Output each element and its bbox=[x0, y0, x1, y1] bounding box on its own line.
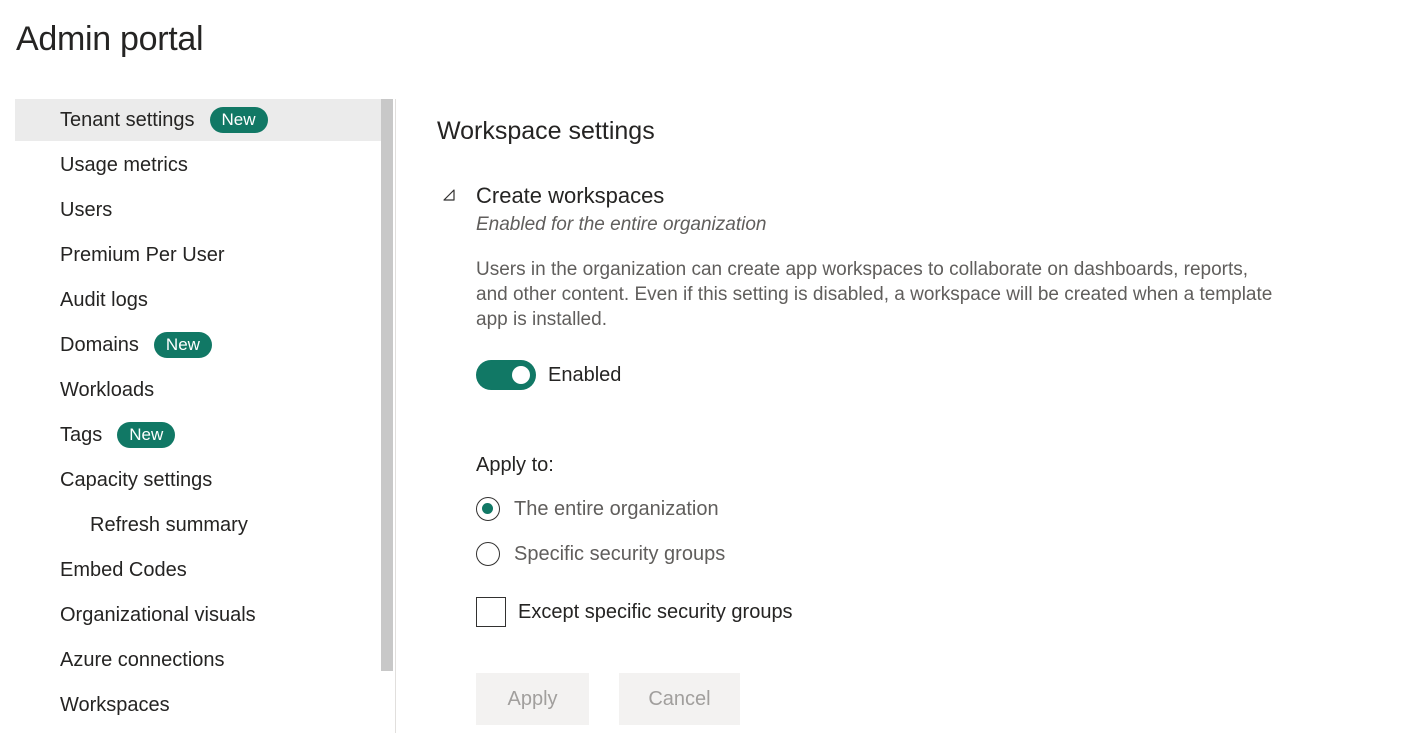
setting-description: Users in the organization can create app… bbox=[476, 259, 1273, 330]
sidebar-item-workspaces[interactable]: Workspaces bbox=[15, 684, 381, 726]
sidebar-item-users[interactable]: Users bbox=[15, 189, 381, 231]
radio-button[interactable] bbox=[476, 542, 500, 566]
new-badge: New bbox=[117, 422, 176, 448]
sidebar-item-label: Tenant settings bbox=[60, 108, 195, 131]
sidebar-item-label: Capacity settings bbox=[60, 468, 213, 491]
checkbox-label: Except specific security groups bbox=[518, 600, 793, 623]
sidebar-item-workloads[interactable]: Workloads bbox=[15, 369, 381, 411]
new-badge: New bbox=[209, 107, 268, 133]
sidebar-item-domains[interactable]: Domains New bbox=[15, 324, 381, 366]
triangle-collapse-icon[interactable] bbox=[442, 188, 456, 202]
sidebar-item-organizational-visuals[interactable]: Organizational visuals bbox=[15, 594, 381, 636]
cancel-button[interactable]: Cancel bbox=[619, 673, 740, 725]
sidebar-item-label: Premium Per User bbox=[60, 243, 225, 266]
toggle-knob bbox=[512, 366, 530, 384]
sidebar-item-capacity-settings[interactable]: Capacity settings bbox=[15, 459, 381, 501]
sidebar-item-label: Audit logs bbox=[60, 288, 148, 311]
sidebar-item-label: Organizational visuals bbox=[60, 603, 256, 626]
sidebar-item-azure-connections[interactable]: Azure connections bbox=[15, 639, 381, 681]
radio-label: The entire organization bbox=[514, 497, 719, 520]
radio-entire-organization[interactable]: The entire organization bbox=[476, 497, 719, 521]
sidebar-item-tenant-settings[interactable]: Tenant settings New bbox=[15, 99, 381, 141]
sidebar-item-label: Tags bbox=[60, 423, 103, 446]
sidebar-scrollbar[interactable] bbox=[381, 99, 393, 671]
radio-button-checked[interactable] bbox=[476, 497, 500, 521]
apply-to-label: Apply to: bbox=[476, 454, 554, 476]
sidebar-item-audit-logs[interactable]: Audit logs bbox=[15, 279, 381, 321]
radio-label: Specific security groups bbox=[514, 542, 726, 565]
sidebar-nav-list: Tenant settings New Usage metrics Users … bbox=[15, 99, 395, 726]
radio-specific-security-groups[interactable]: Specific security groups bbox=[476, 542, 725, 566]
sidebar-item-label: Usage metrics bbox=[60, 153, 188, 176]
apply-button[interactable]: Apply bbox=[476, 673, 589, 725]
sidebar-item-usage-metrics[interactable]: Usage metrics bbox=[15, 144, 381, 186]
sidebar-item-label: Refresh summary bbox=[90, 513, 248, 536]
toggle-label: Enabled bbox=[548, 363, 622, 386]
sidebar-item-refresh-summary[interactable]: Refresh summary bbox=[15, 504, 381, 546]
enabled-toggle-row: Enabled bbox=[476, 360, 621, 390]
sidebar-item-label: Workloads bbox=[60, 378, 155, 401]
sidebar-item-label: Embed Codes bbox=[60, 558, 187, 581]
page-title: Admin portal bbox=[16, 20, 204, 58]
section-title: Workspace settings bbox=[437, 117, 655, 145]
sidebar-item-label: Domains bbox=[60, 333, 139, 356]
sidebar-item-tags[interactable]: Tags New bbox=[15, 414, 381, 456]
sidebar-item-label: Azure connections bbox=[60, 648, 225, 671]
setting-subtitle: Enabled for the entire organization bbox=[476, 214, 767, 235]
except-security-groups-checkbox[interactable] bbox=[476, 597, 506, 627]
sidebar: Tenant settings New Usage metrics Users … bbox=[15, 99, 396, 733]
sidebar-item-label: Users bbox=[60, 198, 113, 221]
enabled-toggle[interactable] bbox=[476, 360, 536, 390]
sidebar-item-embed-codes[interactable]: Embed Codes bbox=[15, 549, 381, 591]
admin-portal-page: Admin portal Tenant settings New Usage m… bbox=[0, 0, 1420, 733]
sidebar-item-premium-per-user[interactable]: Premium Per User bbox=[15, 234, 381, 276]
new-badge: New bbox=[153, 332, 212, 358]
sidebar-item-label: Workspaces bbox=[60, 693, 170, 716]
main-content: Workspace settings Create workspaces Ena… bbox=[437, 0, 1417, 733]
except-security-groups-row[interactable]: Except specific security groups bbox=[476, 597, 793, 627]
setting-title: Create workspaces bbox=[476, 183, 665, 208]
